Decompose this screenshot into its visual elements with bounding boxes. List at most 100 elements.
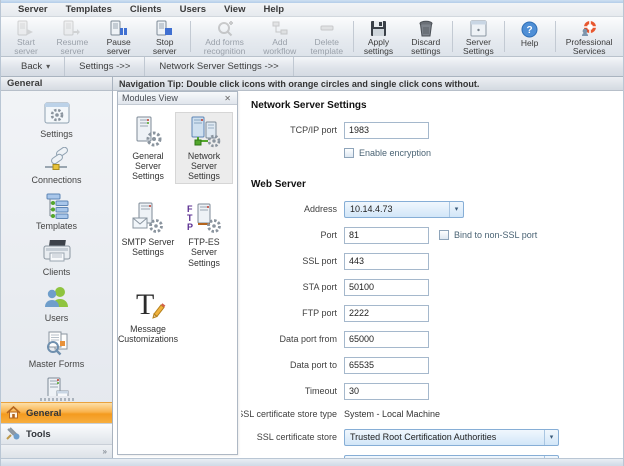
chevron-more-icon[interactable]: »: [103, 447, 107, 456]
left-sidebar: General Settings Connections: [1, 77, 113, 458]
address-row: Address 10.14.4.73 ▾: [241, 196, 623, 222]
trash-icon: [416, 20, 436, 37]
timeout-row: Timeout 30: [241, 378, 623, 404]
smtp-server-settings-icon: [128, 201, 168, 235]
menu-users[interactable]: Users: [171, 4, 215, 15]
toolbar: Start server Resume server Pause server …: [1, 17, 623, 57]
help-button[interactable]: ? Help: [507, 18, 553, 55]
content-area: Modules View ✕ General Server Settings: [113, 91, 623, 458]
menu-templates[interactable]: Templates: [57, 4, 121, 15]
ftp-port-label: FTP port: [302, 308, 337, 318]
sidebar-item-templates[interactable]: Templates: [11, 189, 103, 235]
chevron-down-icon[interactable]: ▾: [544, 430, 558, 445]
professional-services-button[interactable]: Professional Services: [557, 18, 621, 55]
server-resume-icon: [62, 20, 82, 37]
apply-settings-button[interactable]: Apply settings: [355, 18, 401, 55]
chevron-down-icon[interactable]: ▾: [449, 202, 463, 217]
tile-general-server-settings[interactable]: General Server Settings: [120, 113, 176, 183]
tile-network-server-settings[interactable]: Network Server Settings: [176, 113, 232, 183]
accordion-tab-general[interactable]: General: [1, 402, 112, 423]
menu-server[interactable]: Server: [9, 4, 57, 15]
modules-view-header: Modules View ✕: [118, 92, 237, 105]
back-button[interactable]: Back ▾: [7, 57, 65, 76]
menu-help[interactable]: Help: [254, 4, 293, 15]
timeout-label: Timeout: [305, 386, 337, 396]
server-settings-label: Server Settings: [458, 38, 499, 56]
menu-bar: Server Templates Clients Users View Help: [1, 3, 623, 17]
accordion-tools-label: Tools: [26, 429, 51, 440]
cert-store-type-label: SSL certificate store type: [241, 409, 337, 419]
save-floppy-icon: [368, 20, 388, 37]
accordion-tab-tools[interactable]: Tools: [1, 423, 112, 444]
server-settings-button[interactable]: Server Settings: [455, 18, 502, 55]
breadcrumb-network-server-settings[interactable]: Network Server Settings ->>: [145, 57, 293, 76]
timeout-input[interactable]: 30: [344, 383, 429, 400]
tile-smtp-server-settings[interactable]: SMTP Server Settings: [120, 199, 176, 269]
master-forms-icon: [42, 330, 72, 358]
sidebar-item-connections[interactable]: Connections: [11, 143, 103, 189]
application-window: Server Templates Clients Users View Help…: [0, 0, 624, 466]
users-icon: [42, 284, 72, 312]
tcpip-port-row: TCP/IP port 1983: [241, 117, 623, 143]
navigation-tip-bar: Navigation Tip: Double click icons with …: [113, 77, 623, 91]
menu-view[interactable]: View: [215, 4, 254, 15]
menu-clients[interactable]: Clients: [121, 4, 171, 15]
tile-label: SMTP Server Settings: [121, 237, 175, 257]
breadcrumb: Back ▾ Settings ->> Network Server Setti…: [1, 57, 623, 77]
delete-template-icon: [317, 20, 337, 37]
ssl-port-input[interactable]: 443: [344, 253, 429, 270]
tcpip-port-label: TCP/IP port: [290, 125, 337, 135]
delete-template-button: Delete template: [303, 18, 351, 55]
discard-settings-label: Discard settings: [404, 38, 447, 56]
enable-encryption-label: Enable encryption: [359, 148, 431, 158]
data-port-to-input[interactable]: 65535: [344, 357, 429, 374]
sidebar-item-label: Connections: [31, 175, 81, 185]
template-tree-icon: [42, 192, 72, 220]
server-pause-icon: [109, 20, 129, 37]
discard-settings-button[interactable]: Discard settings: [401, 18, 450, 55]
start-server-button: Start server: [3, 18, 49, 55]
resume-server-button: Resume server: [49, 18, 96, 55]
sidebar-item-label: Master Forms: [29, 359, 85, 369]
apply-settings-label: Apply settings: [358, 38, 398, 56]
tile-ftp-es-server-settings[interactable]: FTP FTP-ES Server Settings: [176, 199, 232, 269]
toolbar-separator: [555, 21, 556, 52]
add-forms-recognition-button: Add forms recognition: [192, 18, 256, 55]
tools-icon: [6, 427, 21, 442]
tile-message-customizations[interactable]: T Message Customizations: [120, 286, 176, 346]
tile-label: Network Server Settings: [177, 151, 231, 181]
address-combobox[interactable]: 10.14.4.73 ▾: [344, 201, 464, 218]
port-input[interactable]: 81: [344, 227, 429, 244]
enable-encryption-checkbox[interactable]: [344, 148, 354, 158]
breadcrumb-settings[interactable]: Settings ->>: [65, 57, 145, 76]
port-label: Port: [320, 230, 337, 240]
bind-non-ssl-checkbox[interactable]: [439, 230, 449, 240]
sta-port-input[interactable]: 50100: [344, 279, 429, 296]
sidebar-item-log[interactable]: Log: [11, 373, 103, 396]
sidebar-item-label: Clients: [43, 267, 71, 277]
data-port-to-row: Data port to 65535: [241, 352, 623, 378]
ftp-port-input[interactable]: 2222: [344, 305, 429, 322]
close-icon[interactable]: ✕: [222, 94, 233, 103]
tcpip-port-input[interactable]: 1983: [344, 122, 429, 139]
server-stop-icon: [155, 20, 175, 37]
pause-server-button[interactable]: Pause server: [96, 18, 142, 55]
data-port-from-input[interactable]: 65000: [344, 331, 429, 348]
sidebar-item-clients[interactable]: Clients: [11, 235, 103, 281]
sidebar-item-label: Templates: [36, 221, 77, 231]
help-label: Help: [521, 39, 538, 48]
cert-store-combobox[interactable]: Trusted Root Certification Authorities ▾: [344, 429, 559, 446]
stop-server-button[interactable]: Stop server: [142, 18, 188, 55]
network-server-settings-icon: [184, 115, 224, 149]
cert-store-row: SSL certificate store Trusted Root Certi…: [241, 424, 623, 450]
accordion-general-label: General: [26, 408, 61, 419]
sidebar-item-users[interactable]: Users: [11, 281, 103, 327]
ssl-certificate-row: SSL certificate TMQPRG-TMYQT3.myq.cz ▾ *: [241, 450, 623, 458]
delete-template-label: Delete template: [306, 38, 348, 56]
add-workflow-label: Add workflow: [260, 38, 300, 56]
sidebar-item-master-forms[interactable]: Master Forms: [11, 327, 103, 373]
breadcrumb-network-label: Network Server Settings ->>: [159, 61, 278, 72]
sidebar-item-settings[interactable]: Settings: [11, 97, 103, 143]
sidebar-item-label: Settings: [40, 129, 73, 139]
window-bottom-strip: [1, 458, 623, 466]
